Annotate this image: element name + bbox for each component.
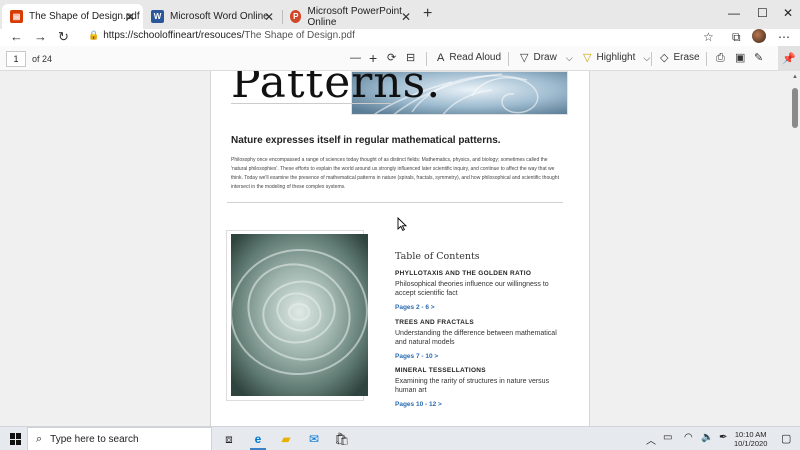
zoom-in-icon[interactable]: + (369, 51, 377, 65)
minimize-button[interactable]: — (728, 6, 740, 20)
show-hidden-icons-chevron-icon[interactable]: ︿ (646, 432, 656, 447)
erase-button[interactable]: ◇ Erase (660, 51, 700, 65)
close-icon[interactable]: ✕ (125, 10, 135, 24)
title-rule (231, 103, 391, 104)
page-number-input[interactable]: 1 (6, 51, 26, 67)
toc-item: MINERAL TESSELLATIONS Examining the rari… (395, 367, 570, 408)
clock-time: 10:10 AM (734, 430, 767, 439)
highlight-label: Highlight (596, 52, 636, 63)
pen-workspace-icon[interactable]: ✒ (719, 432, 727, 443)
notifications-icon[interactable]: ▢ (781, 432, 791, 445)
pdf-viewer: Patterns. Nature expresses itself in reg… (0, 71, 800, 426)
toc-heading: MINERAL TESSELLATIONS (395, 367, 486, 374)
toolbar-separator (426, 52, 427, 66)
toolbar-separator (651, 52, 652, 66)
toc-page-link[interactable]: Pages 10 - 12 > (395, 401, 570, 408)
favorite-star-icon[interactable]: ☆ (703, 29, 714, 45)
close-window-button[interactable]: ✕ (783, 6, 793, 20)
windows-start-icon[interactable] (10, 433, 22, 445)
read-aloud-label: Read Aloud (449, 52, 502, 63)
word-icon: W (151, 10, 164, 23)
toolbar-separator (706, 52, 707, 66)
eraser-icon: ◇ (660, 52, 669, 64)
draw-label: Draw (533, 52, 557, 63)
toc-page-link[interactable]: Pages 2 - 6 > (395, 304, 570, 311)
clock-date: 10/1/2020 (734, 439, 768, 448)
forward-icon[interactable]: → (34, 29, 47, 44)
pdf-toolbar: 1 of 24 — + ⟳ ⊟ A Read Aloud ▽ Draw ⌵ ▽ … (0, 46, 800, 71)
rotate-icon[interactable]: ⟳ (387, 51, 396, 65)
wifi-icon[interactable]: ◠ (684, 432, 693, 443)
toc-item: TREES AND FRACTALS Understanding the dif… (395, 319, 570, 360)
toc-page-link[interactable]: Pages 7 - 10 > (395, 353, 570, 360)
new-tab-button[interactable]: + (423, 5, 432, 23)
toc-heading: TREES AND FRACTALS (395, 319, 475, 326)
avatar[interactable] (752, 29, 766, 43)
tab-powerpoint-online[interactable]: P Microsoft PowerPoint Online ✕ (282, 4, 419, 29)
scrollbar-thumb[interactable] (792, 88, 798, 128)
task-view-icon[interactable]: ⧈ (221, 431, 237, 447)
highlight-icon: ▽ (583, 52, 592, 64)
address-bar[interactable]: 🔒 https://schooloffineart/resouces/ The … (88, 30, 355, 41)
highlight-button[interactable]: ▽ Highlight ⌵ (583, 51, 650, 65)
close-icon[interactable]: ✕ (264, 10, 274, 24)
powerpoint-icon: P (290, 10, 302, 23)
zoom-out-icon[interactable]: — (350, 51, 361, 65)
taskbar-search[interactable]: ⌕ Type here to search (27, 427, 212, 450)
pdf-page: Patterns. Nature expresses itself in reg… (210, 71, 590, 426)
edge-browser-icon[interactable]: e (250, 431, 266, 447)
document-intro-paragraph: Philosophy once encompassed a range of s… (231, 157, 559, 190)
tab-label: Microsoft Word Online (170, 11, 269, 22)
chevron-down-icon[interactable]: ⌵ (643, 51, 650, 65)
file-explorer-icon[interactable]: ▰ (278, 431, 294, 447)
read-aloud-icon: A (437, 52, 445, 64)
taskbar: ⌕ Type here to search ⧈ e ▰ ✉ 🛍 ︿ ▭ ◠ 🔈 … (0, 426, 800, 450)
draw-pen-icon: ▽ (520, 52, 529, 64)
tab-word-online[interactable]: W Microsoft Word Online ✕ (143, 4, 282, 29)
search-placeholder: Type here to search (50, 433, 139, 445)
store-icon[interactable]: 🛍 (334, 431, 350, 447)
toc-heading: PHYLLOTAXIS AND THE GOLDEN RATIO (395, 270, 532, 277)
tab-label: The Shape of Design.pdf (29, 11, 140, 22)
section-divider (227, 202, 563, 203)
maximize-button[interactable]: ☐ (757, 6, 768, 20)
system-clock[interactable]: 10:10 AM 10/1/2020 (734, 430, 767, 448)
fit-page-icon[interactable]: ⊟ (406, 51, 415, 65)
toc-description: Examining the rarity of structures in na… (395, 378, 550, 394)
lock-icon: 🔒 (88, 30, 100, 40)
search-icon: ⌕ (36, 432, 43, 445)
battery-icon[interactable]: ▭ (663, 432, 672, 443)
collections-icon[interactable]: ⧉ (732, 29, 741, 45)
print-icon[interactable]: ⎙ (716, 51, 725, 65)
read-aloud-button[interactable]: A Read Aloud (437, 51, 501, 65)
toc-description: Understanding the difference between mat… (395, 330, 557, 346)
more-options-icon[interactable]: ⋯ (778, 29, 790, 45)
erase-label: Erase (673, 52, 700, 63)
chevron-down-icon[interactable]: ⌵ (566, 51, 573, 65)
draw-button[interactable]: ▽ Draw ⌵ (520, 51, 573, 65)
close-icon[interactable]: ✕ (401, 10, 411, 24)
tab-shape-of-design[interactable]: ▤ The Shape of Design.pdf ✕ (2, 4, 143, 29)
volume-icon[interactable]: 🔈 (701, 432, 713, 443)
url-prefix: https://schooloffineart/resouces/ (103, 30, 245, 41)
tab-strip: ▤ The Shape of Design.pdf ✕ W Microsoft … (0, 0, 800, 29)
pdf-icon: ▤ (10, 10, 23, 23)
succulent-image (231, 234, 368, 396)
refresh-icon[interactable]: ↻ (58, 29, 69, 44)
url-path: The Shape of Design.pdf (244, 30, 355, 41)
pin-toolbar-icon[interactable]: 📌 (778, 46, 800, 71)
toc-item: PHYLLOTAXIS AND THE GOLDEN RATIO Philoso… (395, 270, 570, 311)
save-icon[interactable]: ▣ (735, 51, 745, 65)
save-as-icon[interactable]: ✎ (754, 51, 763, 65)
back-icon[interactable]: ← (10, 29, 23, 44)
scroll-up-icon[interactable]: ▲ (792, 74, 798, 80)
toc-title: Table of Contents (395, 251, 480, 262)
mouse-cursor-icon (397, 217, 407, 231)
toolbar-separator (508, 52, 509, 66)
document-subheading: Nature expresses itself in regular mathe… (231, 135, 501, 146)
navigation-bar: ← → ↻ 🔒 https://schooloffineart/resouces… (0, 29, 800, 46)
toc-description: Philosophical theories influence our wil… (395, 281, 549, 297)
mail-icon[interactable]: ✉ (306, 431, 322, 447)
page-count: of 24 (32, 54, 53, 64)
